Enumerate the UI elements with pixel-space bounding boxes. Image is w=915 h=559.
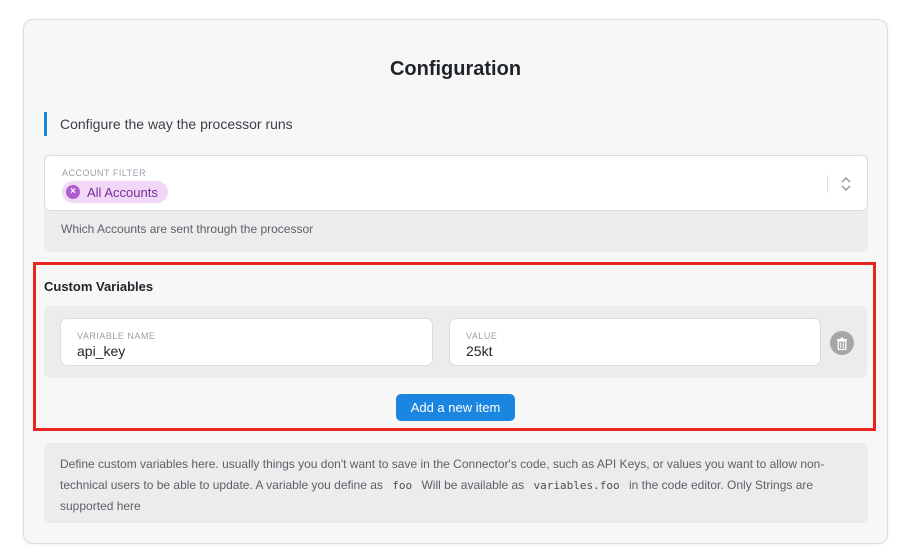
variable-name-field[interactable]: VARIABLE NAME api_key <box>60 318 433 366</box>
variable-value-value: 25kt <box>466 343 493 359</box>
chevron-up-down-icon[interactable] <box>839 174 853 194</box>
variable-value-field[interactable]: VALUE 25kt <box>449 318 821 366</box>
intro-text: Configure the way the processor runs <box>44 112 293 136</box>
help-code-variables-foo: variables.foo <box>533 479 620 492</box>
trash-icon[interactable] <box>830 331 854 355</box>
add-new-item-button[interactable]: Add a new item <box>396 394 515 421</box>
custom-variables-section: Custom Variables VARIABLE NAME api_key V… <box>33 262 876 431</box>
account-filter-select[interactable]: ACCOUNT FILTER × All Accounts <box>44 155 868 211</box>
help-code-foo: foo <box>392 479 413 492</box>
account-filter-section: ACCOUNT FILTER × All Accounts Which Acco… <box>44 155 868 252</box>
page-title: Configuration <box>389 58 522 80</box>
account-filter-help: Which Accounts are sent through the proc… <box>61 222 314 236</box>
account-filter-label: ACCOUNT FILTER <box>62 168 147 178</box>
selected-account-chip: × All Accounts <box>62 181 168 203</box>
chip-label: All Accounts <box>87 184 158 200</box>
variable-name-label: VARIABLE NAME <box>77 331 156 341</box>
custom-variables-title: Custom Variables <box>44 279 154 294</box>
variable-row: VARIABLE NAME api_key VALUE 25kt <box>44 306 867 378</box>
variable-value-label: VALUE <box>466 331 498 341</box>
select-separator <box>827 175 828 193</box>
help-text-part: Will be available as <box>421 478 525 492</box>
close-circle-icon[interactable]: × <box>66 185 80 199</box>
custom-variables-help: Define custom variables here. usually th… <box>44 443 868 523</box>
variable-name-value: api_key <box>77 343 126 359</box>
